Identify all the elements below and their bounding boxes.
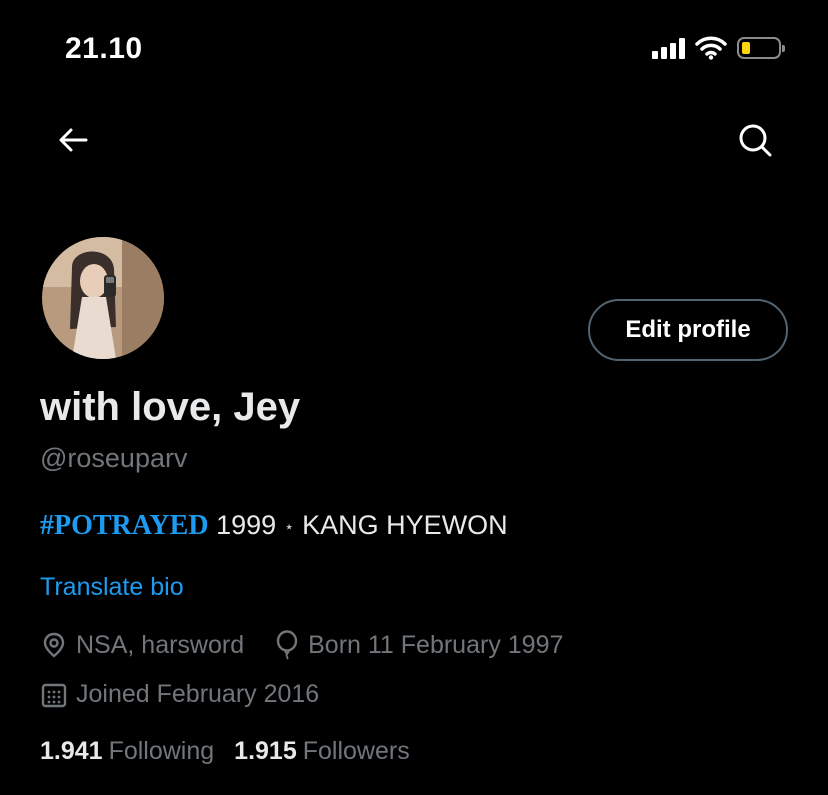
bio: #POTRAYED 1999 ⋆ KANG HYEWON [40,510,508,542]
search-button[interactable] [737,122,773,158]
username-handle: @roseuparv [40,443,188,473]
avatar[interactable] [40,235,166,361]
followers-link[interactable]: 1.915 Followers [234,737,410,766]
avatar-photo [42,237,164,359]
edit-profile-button[interactable]: Edit profile [588,299,788,361]
bio-hashtag-link[interactable]: #POTRAYED [40,510,209,541]
profile-joined-row: Joined February 2016 [40,680,349,709]
bio-text-year: 1999 [216,510,277,540]
calendar-icon [41,683,67,707]
bio-text-name: KANG HYEWON [302,510,508,540]
followers-label: Followers [302,737,410,765]
location-text: NSA, harsword [76,630,245,659]
status-icons [652,36,785,60]
star-glyph: ⋆ [284,518,295,536]
birthday-text: Born 11 February 1997 [308,630,564,659]
search-icon [739,124,772,157]
following-label: Following [108,737,215,765]
location-pin-icon [43,632,65,658]
following-count: 1.941 [40,737,103,765]
following-link[interactable]: 1.941 Following [40,737,214,766]
follow-stats: 1.941 Following 1.915 Followers [40,737,410,766]
location-item: NSA, harsword [40,631,244,660]
back-button[interactable] [56,123,90,157]
status-time: 21.10 [65,32,143,65]
battery-icon [737,37,785,59]
signal-icon [652,37,685,59]
wifi-icon [695,36,727,60]
back-arrow-icon [59,128,88,152]
followers-count: 1.915 [234,737,297,765]
birthday-item: Born 11 February 1997 [274,630,563,660]
joined-item: Joined February 2016 [40,680,319,709]
translate-bio-link[interactable]: Translate bio [40,573,184,602]
joined-text: Joined February 2016 [76,680,320,708]
balloon-icon [276,630,298,660]
profile-meta-row: NSA, harsword Born 11 February 1997 [40,630,593,660]
display-name: with love, Jey [40,385,301,429]
